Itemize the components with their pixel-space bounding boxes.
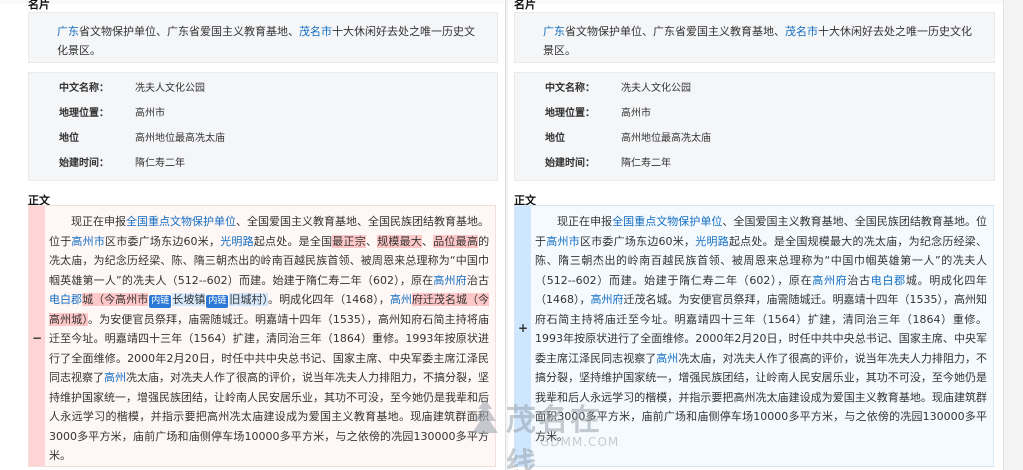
- inner-link-tag[interactable]: 内链: [206, 295, 229, 308]
- text-run: 、: [422, 234, 434, 248]
- link-guangdong[interactable]: 广东: [57, 25, 79, 38]
- link-guangming-road[interactable]: 光明路: [695, 235, 729, 248]
- link-guangming-road[interactable]: 光明路: [220, 235, 254, 248]
- link-gaozhou[interactable]: 高州: [656, 352, 678, 365]
- summary-text: 省文物保护单位、广东省爱国主义教育基地、: [79, 25, 299, 38]
- minus-icon: −: [32, 331, 43, 345]
- summary-box: 广东省文物保护单位、广东省爱国主义教育基地、茂名市十大休闲好去处之唯一历史文化景…: [514, 12, 995, 63]
- info-value-link[interactable]: 冼夫人文化公园: [135, 77, 205, 101]
- deleted-text: 规模最大: [377, 234, 422, 248]
- info-value: 隋仁寿二年: [135, 158, 185, 169]
- info-row-status: 地位 高州地位最高冼太庙: [29, 127, 497, 151]
- info-value: 高州地位最高冼太庙: [621, 133, 711, 144]
- info-key: 地位: [545, 133, 565, 144]
- diff-added-block: + 现正在申报全国重点文物保护单位、全国爱国主义教育基地、全国民族团结教育基地。…: [514, 205, 994, 467]
- link-gaozhou[interactable]: 高州: [104, 371, 126, 384]
- info-row-status: 地位 高州地位最高冼太庙: [515, 127, 994, 151]
- deleted-link-text[interactable]: 旧城村）: [229, 293, 269, 306]
- text-run: 区市委广场东边60米，: [105, 234, 221, 248]
- diff-text: 现正在申报全国重点文物保护单位、全国爱国主义教育基地、全国民族团结教育基地。位于…: [535, 212, 987, 446]
- info-key: 始建时间：: [545, 158, 595, 169]
- text-run: 冼太庙，对冼夫人作了很高的评价，说当年冼夫人力排阻力，不搞分裂，坚持维护国家统一…: [535, 351, 988, 443]
- info-key: 地理位置：: [545, 108, 595, 119]
- info-value: 高州地位最高冼太庙: [135, 133, 225, 144]
- info-row-location: 地理位置： 高州市: [29, 102, 497, 126]
- link-maoming[interactable]: 茂名市: [785, 25, 818, 38]
- deleted-text: 品位最高: [433, 234, 479, 248]
- inner-link-tag[interactable]: 内链: [149, 295, 172, 308]
- diff-gutter-removed: −: [29, 206, 45, 466]
- text-run: 现正在申报: [71, 215, 126, 228]
- window-scrollbar[interactable]: [1003, 0, 1023, 470]
- text-run: 治古: [847, 273, 871, 287]
- card-section-label: 名片: [28, 0, 50, 11]
- text-run: 冼太庙，对冼夫人作了很高的评价，说当年冼夫人力排阻力，不搞分裂，坚持维护国家统一…: [49, 371, 489, 462]
- diff-text: 现正在申报全国重点文物保护单位、全国爱国主义教育基地、全国民族团结教育基地。位于…: [49, 212, 489, 466]
- info-row-name: 中文名称： 冼夫人文化公园: [515, 77, 994, 101]
- deleted-link-text[interactable]: 长坡镇: [172, 293, 206, 306]
- plus-icon: +: [518, 321, 529, 335]
- link-guangdong[interactable]: 广东: [543, 25, 565, 38]
- text-run: 起点处。是全国: [253, 234, 333, 248]
- info-value: 隋仁寿二年: [621, 158, 671, 169]
- deleted-text: 最正宗: [332, 234, 366, 248]
- text-run: 、: [365, 234, 378, 248]
- info-row-location: 地理位置： 高州市: [515, 102, 994, 126]
- link-gaozhou[interactable]: 高州市: [546, 235, 580, 248]
- link-maoming[interactable]: 茂名市: [299, 25, 332, 38]
- info-box: 中文名称： 冼夫人文化公园 地理位置： 高州市 地位 高州地位最高冼太庙 始建时…: [28, 72, 498, 181]
- text-run: 现正在申报: [557, 215, 613, 228]
- info-key: 地位: [59, 133, 79, 144]
- summary-text: 省文物保护单位、广东省爱国主义教育基地、: [565, 25, 785, 38]
- info-key: 中文名称：: [545, 83, 595, 94]
- info-value-link[interactable]: 高州市: [135, 102, 165, 126]
- info-row-founded: 始建时间： 隋仁寿二年: [29, 152, 497, 176]
- link-national-heritage[interactable]: 全国重点文物保护单位: [612, 215, 722, 228]
- left-pane-old-version: 名片 广东省文物保护单位、广东省爱国主义教育基地、茂名市十大休闲好去处之唯一历史…: [0, 0, 505, 470]
- diff-removed-block: − 现正在申报全国重点文物保护单位、全国爱国主义教育基地、全国民族团结教育基地。…: [28, 205, 496, 467]
- link-gaozhou[interactable]: 高州: [390, 293, 412, 306]
- link-national-heritage[interactable]: 全国重点文物保护单位: [126, 215, 236, 228]
- text-run: 治古: [466, 273, 490, 287]
- summary-box: 广东省文物保护单位、广东省爱国主义教育基地、茂名市十大休闲好去处之唯一历史文化景…: [28, 12, 498, 63]
- link-dianbai-county[interactable]: 电白郡: [49, 293, 82, 306]
- info-value-link[interactable]: 冼夫人文化公园: [621, 77, 691, 101]
- link-gaozhou-prefecture[interactable]: 高州府: [433, 274, 467, 287]
- deleted-text: 城（今高州市: [82, 293, 149, 306]
- text-run: 区市委广场东边60米，: [579, 234, 696, 248]
- card-section-label: 名片: [514, 0, 536, 11]
- info-row-founded: 始建时间： 隋仁寿二年: [515, 152, 994, 176]
- link-gaozhou[interactable]: 高州市: [71, 235, 105, 248]
- info-box: 中文名称： 冼夫人文化公园 地理位置： 高州市 地位 高州地位最高冼太庙 始建时…: [514, 72, 995, 181]
- info-value-link[interactable]: 高州市: [621, 102, 651, 126]
- link-gaozhou-prefecture[interactable]: 高州府: [812, 274, 847, 287]
- info-row-name: 中文名称： 冼夫人文化公园: [29, 77, 497, 101]
- right-pane-new-version: 名片 广东省文物保护单位、广东省爱国主义教育基地、茂名市十大休闲好去处之唯一历史…: [508, 0, 1023, 470]
- text-run: 。明成化四年（1468），: [268, 293, 390, 306]
- info-key: 地理位置：: [59, 108, 109, 119]
- link-gaozhou-prefecture[interactable]: 高州府: [591, 293, 624, 306]
- link-dianbai-county[interactable]: 电白郡: [871, 274, 906, 287]
- diff-gutter-added: +: [515, 206, 531, 466]
- info-key: 始建时间：: [59, 158, 109, 169]
- info-key: 中文名称：: [59, 83, 109, 94]
